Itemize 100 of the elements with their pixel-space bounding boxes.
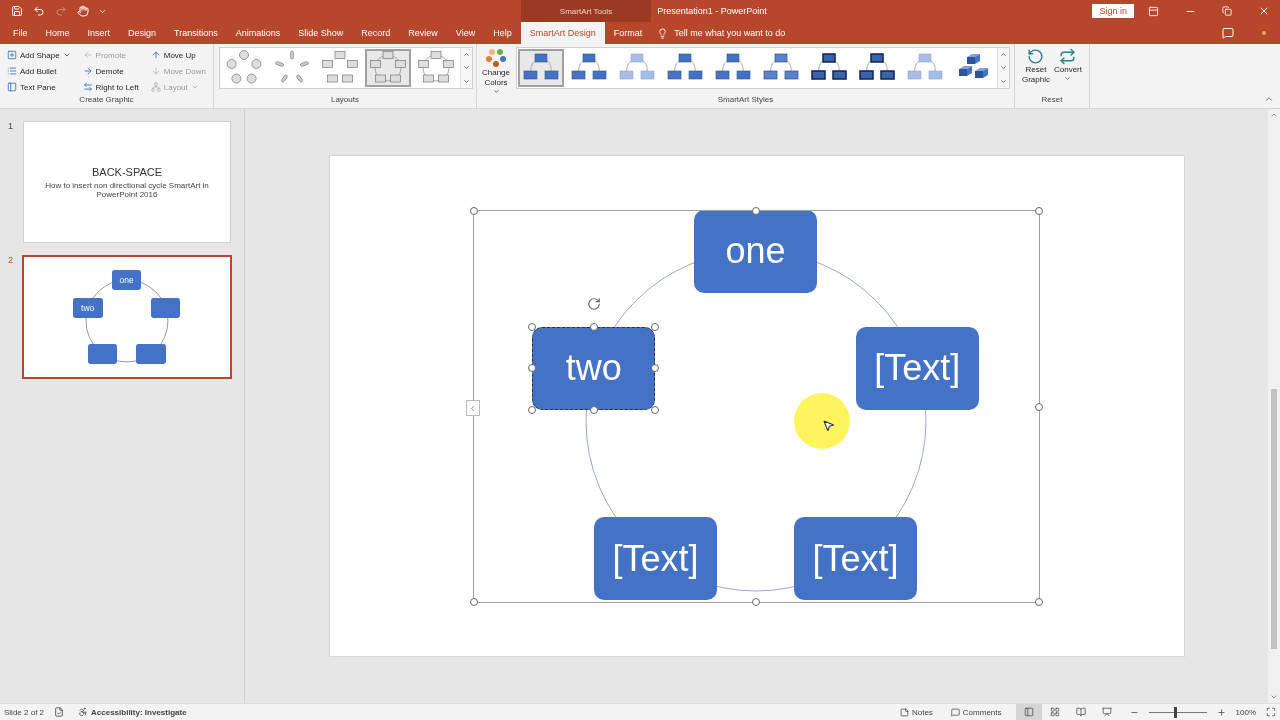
text-pane-toggle[interactable] [465, 400, 480, 416]
layout-option[interactable] [365, 49, 411, 87]
repeat-icon [1059, 48, 1077, 65]
scroll-down-icon[interactable] [463, 64, 470, 72]
context-label: SmartArt Tools [520, 0, 652, 22]
diagram-node[interactable] [150, 298, 181, 319]
layout-thumbnail-icon [416, 50, 456, 86]
ribbon-command[interactable]: Demote [80, 63, 141, 79]
accessibility-icon [78, 707, 89, 717]
ribbon-command[interactable]: Reset Graphic [1020, 47, 1052, 86]
slide-thumbnail[interactable]: one two [22, 255, 232, 379]
ribbon-command[interactable]: Text Pane [5, 79, 73, 95]
scroll-up-icon[interactable] [1270, 111, 1278, 119]
ribbon-tab[interactable]: Help [484, 22, 521, 44]
ribbon-display-icon[interactable] [1148, 5, 1159, 17]
lightbulb-icon [657, 27, 669, 39]
resize-handle[interactable] [1034, 207, 1043, 215]
diagram-node[interactable]: [Text] [594, 517, 718, 601]
layout-thumbnail-icon [224, 50, 264, 86]
group-label: Reset [1041, 95, 1063, 106]
ribbon-tab[interactable]: Record [352, 22, 400, 44]
ribbon-command[interactable]: Move Up [148, 47, 208, 63]
resize-handle[interactable] [752, 207, 760, 215]
window-title: Presentation1 - PowerPoint [656, 6, 767, 16]
ribbon-tab[interactable]: Slide Show [289, 22, 353, 44]
resize-handle[interactable] [589, 405, 598, 414]
resize-handle[interactable] [469, 598, 478, 606]
tell-me-field[interactable]: Tell me what you want to do [672, 27, 847, 39]
ribbon-tab[interactable]: Home [36, 22, 79, 44]
fit-slide-icon[interactable] [1266, 707, 1276, 717]
restore-icon[interactable] [1222, 6, 1232, 16]
more-icon[interactable] [463, 77, 470, 85]
slide-number: 2 [7, 255, 14, 265]
arrow-up-icon [150, 50, 161, 60]
ribbon-command[interactable]: Add Bullet [5, 63, 73, 79]
zoom-in-icon[interactable] [1216, 707, 1226, 717]
ribbon-command[interactable]: Right to Left [80, 79, 141, 95]
ribbon-tab[interactable]: View [446, 22, 485, 44]
resize-handle[interactable] [528, 364, 537, 373]
resize-handle[interactable] [528, 322, 537, 331]
ribbon-tab[interactable]: Format [604, 22, 652, 44]
scroll-up-icon[interactable] [1000, 51, 1007, 59]
list-icon [7, 66, 17, 76]
resize-handle[interactable] [651, 322, 660, 331]
slide-counter: Slide 2 of 2 [4, 707, 45, 717]
scroll-up-icon[interactable] [463, 51, 470, 59]
ribbon-tab[interactable]: Animations [226, 22, 290, 44]
view-button[interactable] [1015, 704, 1042, 720]
scroll-down-icon[interactable] [1000, 64, 1007, 72]
comments-button[interactable]: Comments [946, 704, 1006, 720]
notification-dot [1262, 31, 1266, 35]
ribbon-tab[interactable]: Insert [78, 22, 120, 44]
accessibility-button[interactable]: Accessibility: Investigate [74, 704, 191, 720]
ribbon-tab[interactable]: File [4, 22, 37, 44]
sign-in-button[interactable]: Sign in [1092, 4, 1134, 18]
scrollbar-thumb[interactable] [1271, 389, 1277, 649]
diagram-node[interactable]: two [532, 326, 656, 410]
save-icon[interactable] [11, 5, 23, 17]
arrow-down-icon [150, 66, 161, 76]
comments-icon[interactable] [1222, 27, 1234, 39]
arrow-right-icon [82, 66, 93, 76]
ribbon-command[interactable]: Add Shape [5, 47, 73, 63]
diagram-node[interactable]: [Text] [855, 326, 979, 410]
undo-icon[interactable] [33, 5, 45, 17]
collapse-ribbon-icon[interactable] [1264, 94, 1274, 104]
close-icon[interactable] [1258, 5, 1270, 17]
diagram-node[interactable]: two [72, 298, 103, 319]
resize-handle[interactable] [651, 364, 660, 373]
resize-handle[interactable] [1034, 598, 1043, 606]
diagram-node[interactable]: one [111, 269, 142, 290]
ribbon-tab[interactable]: SmartArt Design [520, 22, 605, 44]
ribbon-command[interactable]: Convert [1052, 47, 1084, 83]
resize-handle[interactable] [589, 322, 598, 331]
diagram-node[interactable]: one [694, 209, 817, 293]
grid-icon [1049, 707, 1060, 717]
ribbon-tab[interactable]: Design [119, 22, 166, 44]
zoom-thumb[interactable] [1173, 706, 1177, 718]
diagram-node[interactable]: [Text] [793, 517, 917, 601]
resize-handle[interactable] [469, 207, 478, 215]
layout-thumbnail-icon [368, 50, 408, 86]
more-icon[interactable] [1000, 77, 1007, 85]
change-colors-button[interactable]: Change Colors [482, 47, 510, 96]
diagram-node[interactable] [87, 344, 118, 364]
touch-icon[interactable] [77, 5, 89, 17]
ribbon-tab[interactable]: Review [399, 22, 447, 44]
thumbnail-title: BACK-SPACE [91, 165, 163, 178]
scroll-down-icon[interactable] [1270, 693, 1278, 701]
notes-button[interactable]: Notes [895, 704, 937, 720]
ribbon-tab[interactable]: Transitions [165, 22, 227, 44]
resize-handle[interactable] [651, 405, 660, 414]
diagram-node[interactable] [135, 344, 166, 364]
spelling-icon[interactable] [54, 707, 65, 717]
resize-handle[interactable] [1034, 402, 1043, 411]
slide-number: 1 [7, 121, 14, 131]
rotate-handle[interactable] [586, 296, 601, 311]
resize-handle[interactable] [528, 405, 537, 414]
resize-handle[interactable] [752, 598, 760, 606]
slide-thumbnail[interactable]: BACK-SPACE How to insert non directional cycle SmartArt in PowerPoint 2016 [23, 121, 231, 243]
caret-icon [492, 88, 500, 95]
zoom-level[interactable]: 100% [1235, 707, 1256, 717]
